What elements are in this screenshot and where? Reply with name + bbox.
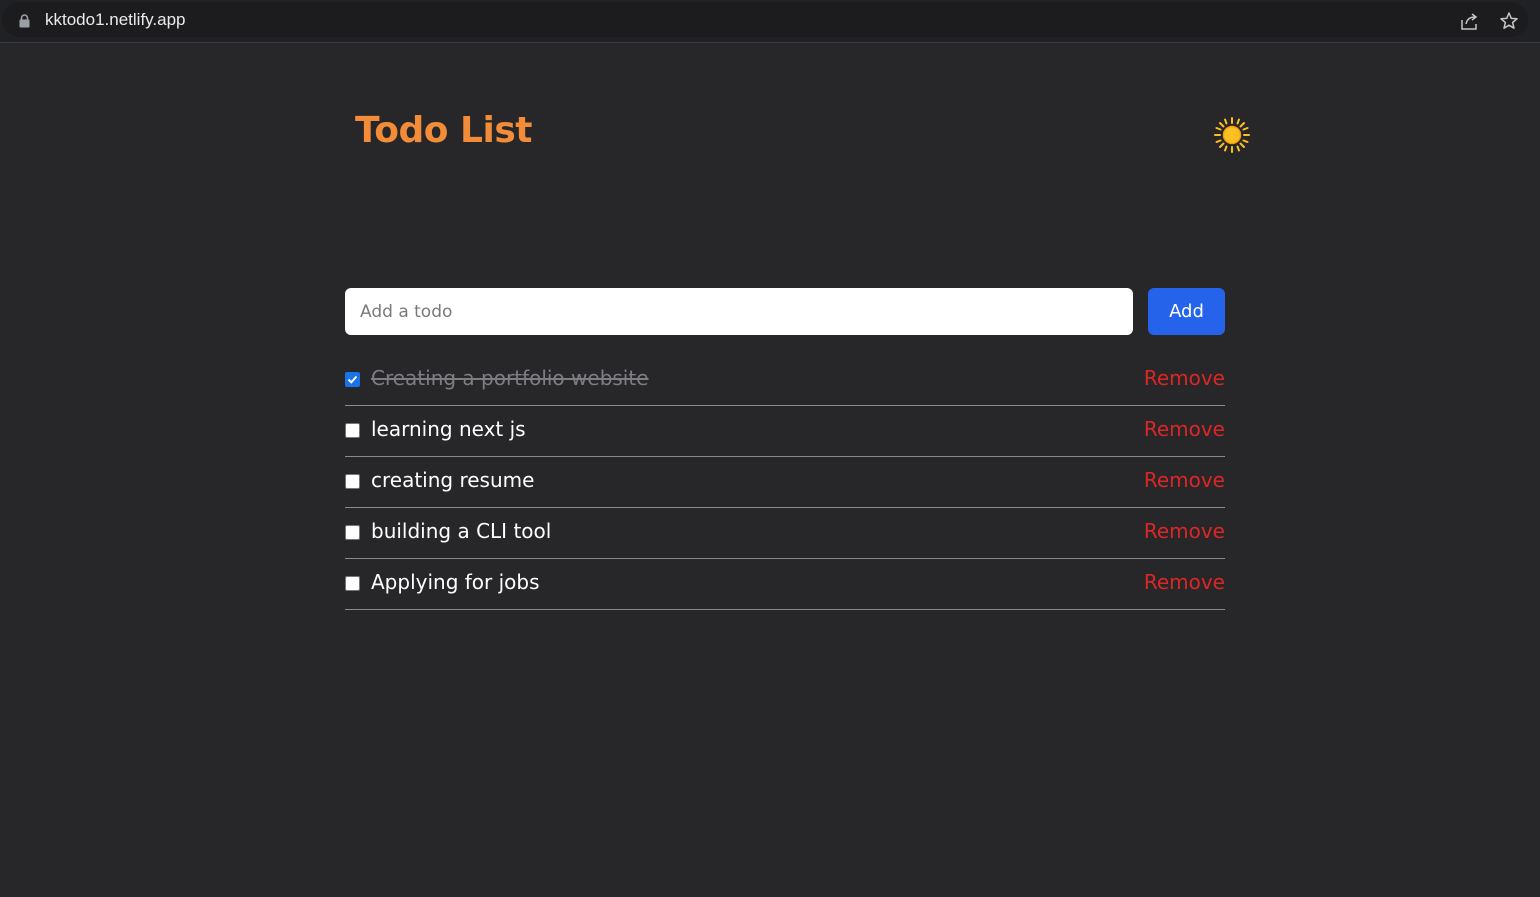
check-icon [347,375,358,384]
sun-icon[interactable] [1213,116,1251,154]
remove-button[interactable]: Remove [1144,417,1225,441]
todo-checkbox[interactable] [345,423,360,438]
todo-list: Creating a portfolio website Remove lear… [345,355,1225,610]
todo-item: learning next js Remove [345,406,1225,457]
todo-checkbox[interactable] [345,525,360,540]
todo-text: Applying for jobs [371,570,540,594]
todo-checkbox[interactable] [345,474,360,489]
todo-text: building a CLI tool [371,519,552,543]
remove-button[interactable]: Remove [1144,468,1225,492]
address-bar[interactable]: kktodo1.netlify.app [2,2,1528,37]
todo-text: creating resume [371,468,535,492]
browser-toolbar: kktodo1.netlify.app [0,0,1540,43]
remove-button[interactable]: Remove [1144,366,1225,390]
todo-input[interactable] [345,288,1133,335]
lock-icon [19,14,30,28]
todo-text: learning next js [371,417,526,441]
remove-button[interactable]: Remove [1144,570,1225,594]
todo-checkbox[interactable] [345,576,360,591]
todo-item: building a CLI tool Remove [345,508,1225,559]
todo-item: Applying for jobs Remove [345,559,1225,610]
share-icon[interactable] [1459,12,1479,32]
remove-button[interactable]: Remove [1144,519,1225,543]
todo-item: Creating a portfolio website Remove [345,355,1225,406]
todo-text: Creating a portfolio website [371,366,649,390]
page-title: Todo List [355,110,532,151]
todo-checkbox[interactable] [345,372,360,387]
add-button[interactable]: Add [1148,288,1225,335]
url-text[interactable]: kktodo1.netlify.app [45,10,186,30]
star-icon[interactable] [1499,11,1519,31]
todo-item: creating resume Remove [345,457,1225,508]
